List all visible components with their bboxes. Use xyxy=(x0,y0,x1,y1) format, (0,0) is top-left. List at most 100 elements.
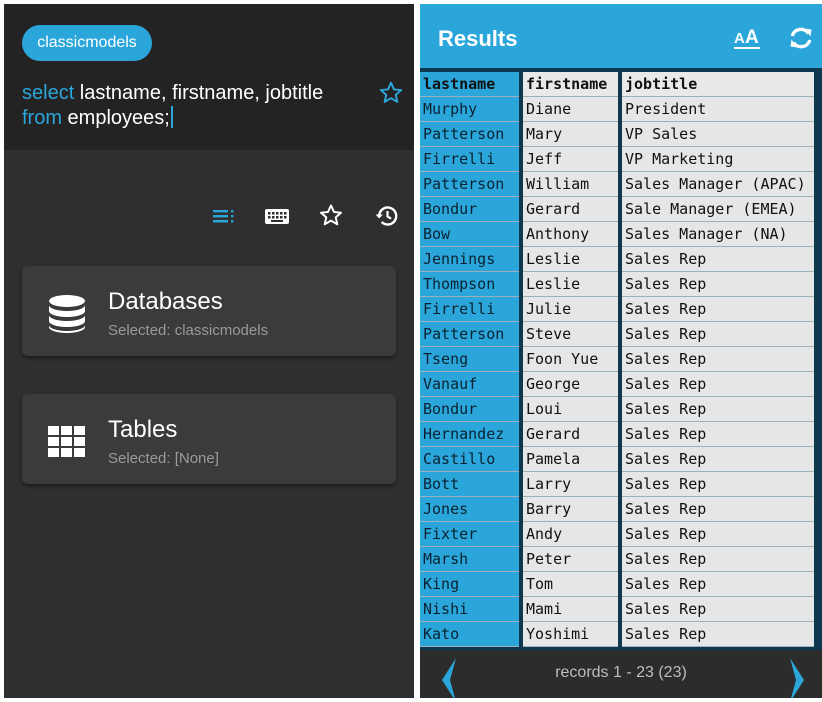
table-cell-firstname[interactable]: Pamela xyxy=(523,447,618,472)
refresh-icon[interactable] xyxy=(788,25,814,51)
table-cell-lastname[interactable]: Vanauf xyxy=(420,372,519,397)
table-cell-jobtitle[interactable]: Sales Manager (NA) xyxy=(622,222,814,247)
table-cell-jobtitle[interactable]: Sales Rep xyxy=(622,347,814,372)
table-cell-lastname[interactable]: Jones xyxy=(420,497,519,522)
tables-card[interactable]: Tables Selected: [None] xyxy=(22,394,396,484)
table-cell-lastname[interactable]: Kato xyxy=(420,622,519,647)
table-cell-lastname[interactable]: Tseng xyxy=(420,347,519,372)
table-cell-firstname[interactable]: Gerard xyxy=(523,197,618,222)
table-cell-lastname[interactable]: Murphy xyxy=(420,97,519,122)
font-size-icon[interactable]: A A xyxy=(734,24,760,52)
table-cell-jobtitle[interactable]: Sales Rep xyxy=(622,597,814,622)
table-cell-firstname[interactable]: Mami xyxy=(523,597,618,622)
table-cell-jobtitle[interactable]: Sales Rep xyxy=(622,547,814,572)
table-row[interactable]: Firrelli Jeff VP Marketing xyxy=(420,147,814,172)
table-cell-lastname[interactable]: Marsh xyxy=(420,547,519,572)
table-cell-lastname[interactable]: Patterson xyxy=(420,322,519,347)
table-row[interactable]: Hernandez Gerard Sales Rep xyxy=(420,422,814,447)
sql-text[interactable]: select lastname, firstname, jobtitle fro… xyxy=(22,81,352,131)
table-cell-firstname[interactable]: Leslie xyxy=(523,272,618,297)
table-cell-firstname[interactable]: Diane xyxy=(523,97,618,122)
table-cell-jobtitle[interactable]: President xyxy=(622,97,814,122)
table-cell-lastname[interactable]: Nishi xyxy=(420,597,519,622)
table-cell-jobtitle[interactable]: Sales Rep xyxy=(622,297,814,322)
table-cell-jobtitle[interactable]: Sales Rep xyxy=(622,622,814,647)
table-row[interactable]: Jones Barry Sales Rep xyxy=(420,497,814,522)
table-cell-firstname[interactable]: Tom xyxy=(523,572,618,597)
table-cell-jobtitle[interactable]: Sales Rep xyxy=(622,472,814,497)
table-cell-lastname[interactable]: Bondur xyxy=(420,197,519,222)
table-row[interactable]: Castillo Pamela Sales Rep xyxy=(420,447,814,472)
table-row[interactable]: Bow Anthony Sales Manager (NA) xyxy=(420,222,814,247)
table-cell-lastname[interactable]: Bott xyxy=(420,472,519,497)
table-cell-firstname[interactable]: Barry xyxy=(523,497,618,522)
favorite-star-icon[interactable] xyxy=(378,80,404,106)
databases-card[interactable]: Databases Selected: classicmodels xyxy=(22,266,396,356)
table-cell-firstname[interactable]: Andy xyxy=(523,522,618,547)
table-cell-jobtitle[interactable]: Sales Rep xyxy=(622,497,814,522)
table-row[interactable]: Bondur Loui Sales Rep xyxy=(420,397,814,422)
sql-editor[interactable]: classicmodels select lastname, firstname… xyxy=(4,4,414,150)
table-cell-lastname[interactable]: Castillo xyxy=(420,447,519,472)
table-cell-firstname[interactable]: Gerard xyxy=(523,422,618,447)
table-cell-lastname[interactable]: Hernandez xyxy=(420,422,519,447)
table-cell-firstname[interactable]: Jeff xyxy=(523,147,618,172)
table-cell-firstname[interactable]: William xyxy=(523,172,618,197)
table-row[interactable]: King Tom Sales Rep xyxy=(420,572,814,597)
table-row[interactable]: Marsh Peter Sales Rep xyxy=(420,547,814,572)
table-cell-jobtitle[interactable]: Sales Rep xyxy=(622,572,814,597)
table-cell-firstname[interactable]: Peter xyxy=(523,547,618,572)
table-row[interactable]: Patterson Mary VP Sales xyxy=(420,122,814,147)
table-cell-lastname[interactable]: Thompson xyxy=(420,272,519,297)
table-cell-jobtitle[interactable]: Sales Rep xyxy=(622,522,814,547)
table-cell-firstname[interactable]: Yoshimi xyxy=(523,622,618,647)
star-icon[interactable] xyxy=(317,202,345,230)
table-row[interactable]: Bott Larry Sales Rep xyxy=(420,472,814,497)
table-row[interactable]: Vanauf George Sales Rep xyxy=(420,372,814,397)
table-cell-firstname[interactable]: Julie xyxy=(523,297,618,322)
table-cell-firstname[interactable]: Loui xyxy=(523,397,618,422)
list-icon[interactable] xyxy=(210,202,238,230)
database-chip[interactable]: classicmodels xyxy=(22,25,152,61)
table-cell-lastname[interactable]: Jennings xyxy=(420,247,519,272)
table-cell-firstname[interactable]: Anthony xyxy=(523,222,618,247)
table-cell-jobtitle[interactable]: Sales Manager (APAC) xyxy=(622,172,814,197)
table-cell-lastname[interactable]: Fixter xyxy=(420,522,519,547)
table-cell-firstname[interactable]: George xyxy=(523,372,618,397)
column-header-firstname[interactable]: firstname xyxy=(523,72,618,97)
table-row[interactable]: Patterson William Sales Manager (APAC) xyxy=(420,172,814,197)
history-icon[interactable] xyxy=(373,202,401,230)
next-page-arrow-icon[interactable] xyxy=(788,658,808,698)
table-cell-jobtitle[interactable]: VP Sales xyxy=(622,122,814,147)
table-row[interactable]: Bondur Gerard Sale Manager (EMEA) xyxy=(420,197,814,222)
table-cell-jobtitle[interactable]: Sale Manager (EMEA) xyxy=(622,197,814,222)
table-cell-lastname[interactable]: Firrelli xyxy=(420,147,519,172)
table-row[interactable]: Kato Yoshimi Sales Rep xyxy=(420,622,814,647)
table-row[interactable]: Patterson Steve Sales Rep xyxy=(420,322,814,347)
table-cell-jobtitle[interactable]: Sales Rep xyxy=(622,322,814,347)
table-row[interactable]: Fixter Andy Sales Rep xyxy=(420,522,814,547)
column-header-jobtitle[interactable]: jobtitle xyxy=(622,72,814,97)
table-cell-lastname[interactable]: Firrelli xyxy=(420,297,519,322)
table-cell-lastname[interactable]: King xyxy=(420,572,519,597)
column-header-lastname[interactable]: lastname xyxy=(420,72,519,97)
table-row[interactable]: Nishi Mami Sales Rep xyxy=(420,597,814,622)
table-cell-lastname[interactable]: Bow xyxy=(420,222,519,247)
table-row[interactable]: Jennings Leslie Sales Rep xyxy=(420,247,814,272)
table-cell-firstname[interactable]: Foon Yue xyxy=(523,347,618,372)
table-cell-jobtitle[interactable]: Sales Rep xyxy=(622,447,814,472)
keyboard-icon[interactable] xyxy=(263,202,291,230)
table-cell-firstname[interactable]: Leslie xyxy=(523,247,618,272)
table-row[interactable]: Tseng Foon Yue Sales Rep xyxy=(420,347,814,372)
table-row[interactable]: Murphy Diane President xyxy=(420,97,814,122)
table-cell-jobtitle[interactable]: Sales Rep xyxy=(622,372,814,397)
table-cell-firstname[interactable]: Steve xyxy=(523,322,618,347)
table-row[interactable]: Thompson Leslie Sales Rep xyxy=(420,272,814,297)
table-cell-jobtitle[interactable]: Sales Rep xyxy=(622,247,814,272)
table-cell-firstname[interactable]: Larry xyxy=(523,472,618,497)
table-cell-lastname[interactable]: Patterson xyxy=(420,172,519,197)
table-cell-jobtitle[interactable]: Sales Rep xyxy=(622,272,814,297)
table-cell-firstname[interactable]: Mary xyxy=(523,122,618,147)
table-cell-jobtitle[interactable]: Sales Rep xyxy=(622,397,814,422)
table-cell-jobtitle[interactable]: Sales Rep xyxy=(622,422,814,447)
